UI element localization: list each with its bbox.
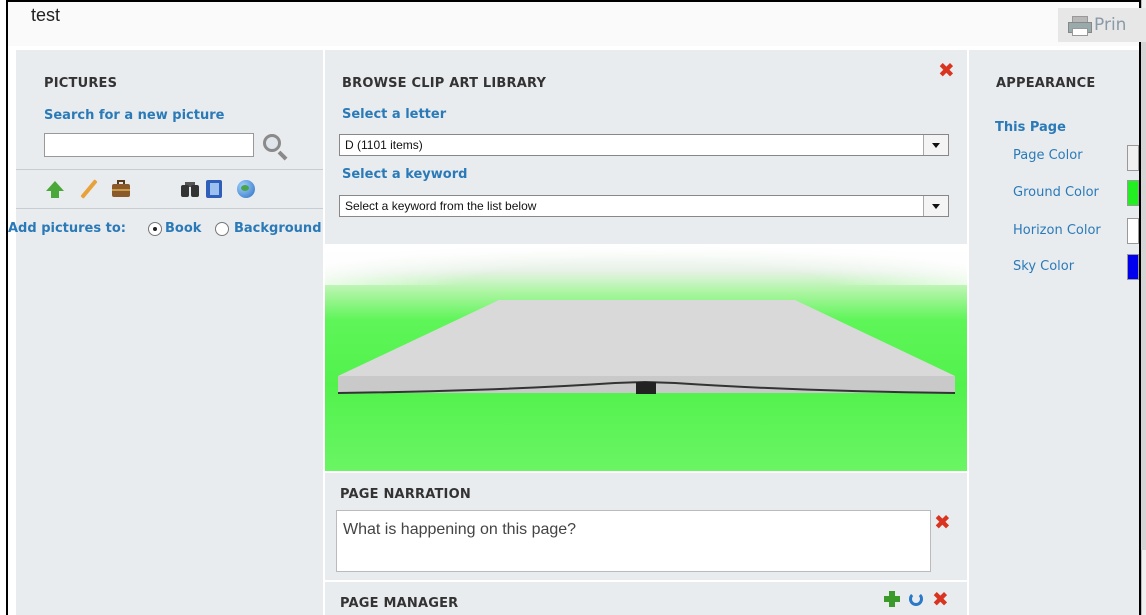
page-color-label: Page Color [1013,148,1083,163]
book-icon[interactable] [206,180,224,198]
sky-color-swatch[interactable] [1127,254,1139,280]
page-manager-heading: PAGE MANAGER [340,596,459,611]
search-label: Search for a new picture [44,108,225,123]
narration-textarea[interactable] [336,510,931,572]
chevron-down-icon [923,135,948,155]
horizon-color-swatch[interactable] [1127,218,1139,244]
ground-color-swatch[interactable] [1127,180,1139,206]
letter-select-value: D (1101 items) [345,138,423,152]
briefcase-icon[interactable] [112,180,130,198]
clear-narration-icon[interactable]: ✖ [934,512,951,532]
scrollbar-thumb[interactable] [1141,30,1146,550]
radio-background-label[interactable]: Background [234,221,322,236]
divider [16,169,323,170]
book-preview-canvas[interactable] [325,245,967,471]
add-pictures-label: Add pictures to: [8,221,126,236]
delete-page-icon[interactable]: ✖ [932,589,949,609]
print-label: Prin [1094,15,1127,35]
letter-select[interactable]: D (1101 items) [339,134,949,156]
window-border-left [6,0,8,615]
pencil-icon[interactable] [80,179,98,199]
binoculars-icon[interactable] [181,180,199,198]
search-icon [263,134,281,152]
narration-placeholder: What is happening on this page? [343,521,577,538]
upload-icon[interactable] [46,181,64,199]
radio-book-label[interactable]: Book [165,221,201,236]
close-clipart-icon[interactable]: ✖ [938,60,955,80]
divider [16,208,323,209]
globe-icon[interactable] [237,180,255,198]
refresh-icon[interactable] [908,591,924,607]
picture-search-input[interactable] [44,133,254,157]
title-bar: test Prin [8,2,1146,46]
select-keyword-label: Select a keyword [342,167,468,182]
keyword-select-value: Select a keyword from the list below [345,199,537,213]
search-button[interactable] [260,131,290,161]
this-page-label: This Page [995,120,1066,135]
printer-icon [1068,16,1092,36]
sky-color-label: Sky Color [1013,259,1075,274]
print-button[interactable]: Prin [1058,8,1146,42]
radio-book[interactable] [148,222,162,236]
page-title: test [31,5,61,25]
select-letter-label: Select a letter [342,107,447,122]
ground-color-label: Ground Color [1013,185,1099,200]
radio-background[interactable] [215,222,229,236]
pictures-heading: PICTURES [44,76,118,91]
horizon-color-label: Horizon Color [1013,223,1101,238]
keyword-select[interactable]: Select a keyword from the list below [339,195,949,217]
narration-heading: PAGE NARRATION [340,487,471,502]
open-book-graphic [337,300,956,394]
add-page-icon[interactable] [884,591,900,607]
clipart-heading: BROWSE CLIP ART LIBRARY [342,76,547,91]
page-color-swatch[interactable] [1127,145,1139,171]
appearance-heading: APPEARANCE [996,76,1096,91]
chevron-down-icon [923,196,948,216]
